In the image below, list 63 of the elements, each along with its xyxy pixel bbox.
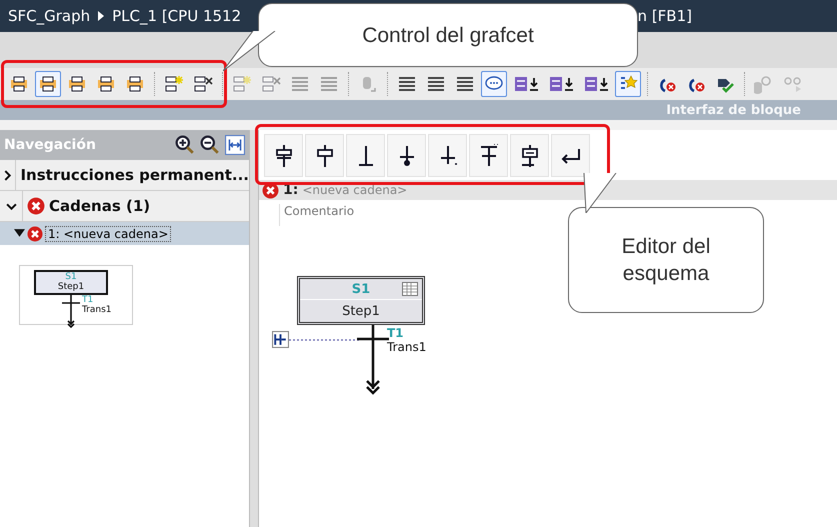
breadcrumb-item[interactable]: PLC_1 [CPU 1512: [112, 7, 242, 25]
step-icon: [9, 74, 29, 94]
tree-item[interactable]: Cadenas (1): [0, 191, 249, 222]
comment-field[interactable]: Comentario: [279, 204, 354, 226]
step-box[interactable]: S1 Step1: [297, 276, 425, 325]
element-button[interactable]: [510, 134, 549, 177]
navigation-title: Navegación: [4, 137, 96, 153]
chevron-down-icon[interactable]: [6, 200, 16, 212]
step-name: Step1: [58, 282, 84, 293]
step-icon: [67, 74, 87, 94]
zoom-in-icon[interactable]: [175, 135, 195, 155]
tree-label: Cadenas (1): [49, 197, 150, 215]
table-icon[interactable]: [402, 282, 418, 296]
add-step-icon: [164, 74, 184, 94]
connection-line: [289, 338, 359, 342]
step-icon: [125, 74, 145, 94]
zoom-out-icon[interactable]: [200, 135, 220, 155]
step-name: Step1: [341, 302, 381, 320]
tree-item[interactable]: 1: <nueva cadena>: [0, 222, 249, 245]
error-icon: [27, 226, 43, 242]
element-button[interactable]: [428, 134, 467, 177]
element-button[interactable]: [551, 134, 590, 177]
tree-item[interactable]: Instrucciones permanent...: [0, 160, 249, 191]
tree-label: Instrucciones permanent...: [20, 166, 249, 184]
step-number: S1: [352, 282, 370, 296]
breadcrumb-arrow-icon: [98, 11, 104, 21]
lines-icon: [319, 74, 339, 94]
delete-step-icon: [193, 74, 213, 94]
transition-number: T1: [387, 327, 405, 340]
splitter[interactable]: [249, 130, 259, 527]
step-number: S1: [65, 272, 77, 282]
element-button[interactable]: [264, 134, 303, 177]
toolbar-button[interactable]: [35, 71, 61, 97]
element-button[interactable]: [305, 134, 344, 177]
element-button[interactable]: [346, 134, 385, 177]
delete-step-icon: [261, 74, 281, 94]
download-icon: [582, 74, 610, 94]
lines-icon: [290, 74, 310, 94]
transition-number: T1: [82, 295, 94, 305]
step-icon: [96, 74, 116, 94]
download-icon: [512, 74, 540, 94]
lines-icon: [455, 74, 475, 94]
fit-width-icon[interactable]: [225, 135, 245, 155]
transition-drawing: [60, 295, 82, 329]
step-icon: [38, 74, 58, 94]
element-button[interactable]: [469, 134, 508, 177]
breadcrumb-item[interactable]: n [FB1]: [638, 7, 692, 25]
tree-label: 1: <nueva cadena>: [45, 226, 172, 242]
toolbar-button[interactable]: [481, 71, 507, 97]
download-icon: [547, 74, 575, 94]
triangle-down-icon: [14, 229, 25, 238]
add-step-icon: [232, 74, 252, 94]
element-button[interactable]: [387, 134, 426, 177]
transition-name: Trans1: [387, 340, 426, 354]
chevron-right-icon[interactable]: [2, 170, 14, 180]
callout-text: Editor del esquema: [620, 234, 712, 287]
transition-name: Trans1: [82, 305, 112, 316]
condition-icon[interactable]: [272, 331, 289, 348]
error-icon: [27, 197, 45, 215]
lines-icon: [426, 74, 446, 94]
callout-text: Control del grafcet: [362, 22, 534, 48]
lines-icon: [397, 74, 417, 94]
breadcrumb-item[interactable]: SFC_Graph: [8, 7, 90, 25]
